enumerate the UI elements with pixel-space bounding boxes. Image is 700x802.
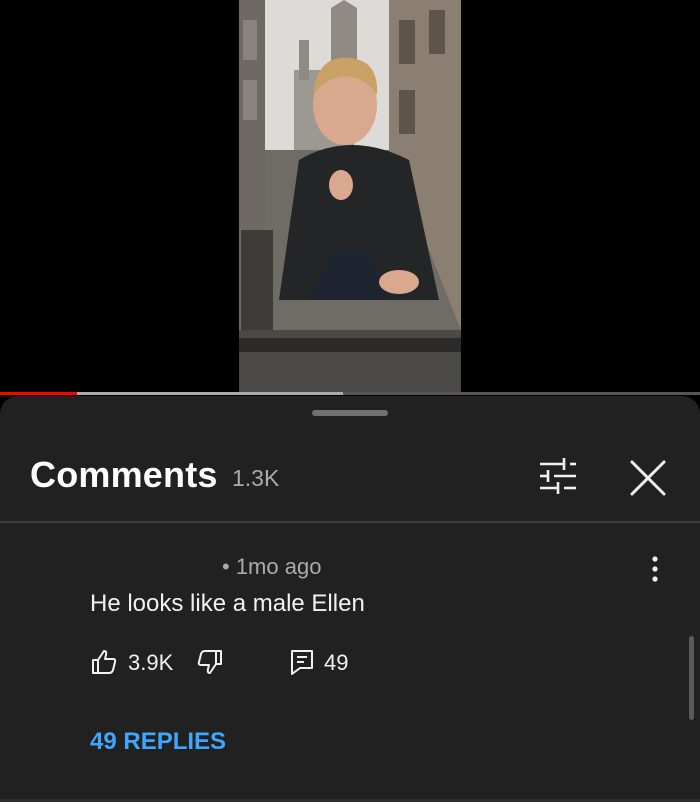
comment-more-button[interactable] [640, 554, 670, 584]
comments-sheet: Comments 1.3K • 1mo ago He looks like a … [0, 396, 700, 802]
header-divider [0, 521, 700, 523]
progress-played [0, 392, 77, 395]
comments-header: Comments 1.3K [0, 444, 700, 520]
progress-bar[interactable] [0, 392, 700, 395]
sort-filter-button[interactable] [536, 456, 580, 496]
scrollbar[interactable] [689, 636, 694, 720]
like-button[interactable] [90, 648, 118, 676]
video-thumbnail [239, 0, 461, 392]
close-button[interactable] [626, 456, 670, 500]
comment-meta: • 1mo ago [222, 554, 322, 579]
sliders-icon [540, 458, 576, 494]
reply-button[interactable] [288, 648, 316, 676]
comment-item: • 1mo ago He looks like a male Ellen 3.9… [0, 524, 700, 802]
comments-count: 1.3K [232, 465, 280, 491]
drag-handle[interactable] [312, 410, 388, 416]
thumbs-up-icon [92, 650, 117, 674]
like-count: 3.9K [128, 650, 174, 675]
more-vertical-icon [652, 556, 658, 582]
video-player[interactable] [0, 0, 700, 395]
dislike-button[interactable] [196, 648, 224, 676]
video-frame[interactable] [239, 0, 461, 392]
comment-actions: 3.9K 49 [90, 646, 490, 682]
thumbs-down-icon [197, 650, 222, 674]
comment-icon [291, 650, 313, 675]
reply-count: 49 [324, 650, 349, 675]
comments-title: Comments [30, 454, 218, 495]
view-replies-link[interactable]: 49 REPLIES [90, 728, 226, 756]
comment-text: He looks like a male Ellen [90, 590, 365, 617]
close-icon [630, 460, 666, 496]
